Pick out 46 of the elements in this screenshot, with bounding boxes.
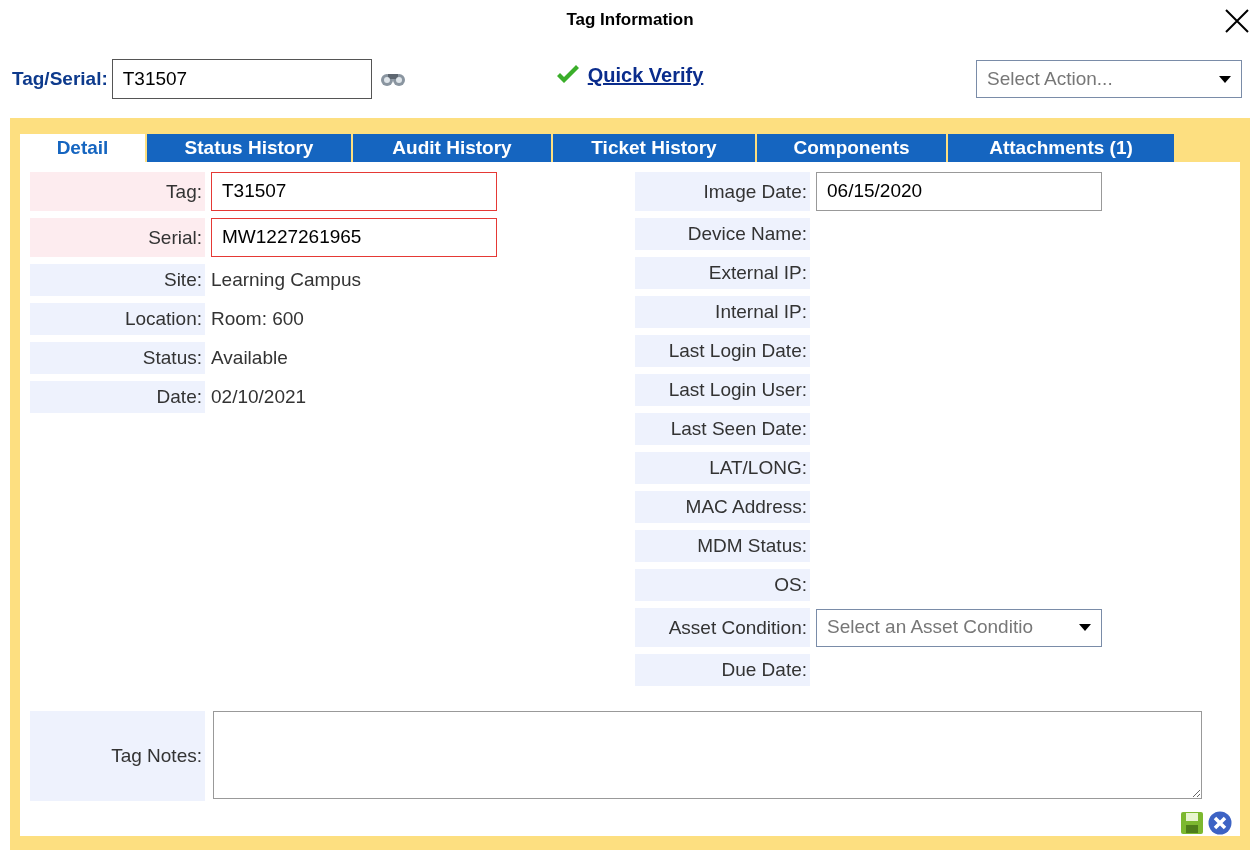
condition-select[interactable]: Select an Asset Conditio xyxy=(816,608,1102,647)
input-field[interactable]: MW1227261965 xyxy=(211,218,497,257)
input-field[interactable]: 06/15/2020 xyxy=(816,172,1102,211)
field-label: Image Date: xyxy=(635,172,810,211)
quick-verify-link[interactable]: Quick Verify xyxy=(587,60,704,90)
tab[interactable]: Ticket History xyxy=(553,134,755,162)
input-field[interactable]: T31507 xyxy=(211,172,497,211)
field-label: Due Date: xyxy=(635,654,810,686)
check-icon xyxy=(555,65,580,85)
tab[interactable]: Audit History xyxy=(353,134,551,162)
field-label: MDM Status: xyxy=(635,530,810,562)
field-label: OS: xyxy=(635,569,810,601)
field-label: LAT/LONG: xyxy=(635,452,810,484)
save-icon[interactable] xyxy=(1180,811,1204,835)
field-label: Tag: xyxy=(30,172,205,211)
tag-serial-label: Tag/Serial: xyxy=(12,66,108,91)
field-value: Learning Campus xyxy=(211,267,361,292)
cancel-icon[interactable] xyxy=(1208,811,1232,835)
field-label: Asset Condition: xyxy=(635,608,810,647)
notes-label: Tag Notes: xyxy=(30,711,205,801)
field-label: Last Seen Date: xyxy=(635,413,810,445)
field-label: Date: xyxy=(30,381,205,413)
binoculars-icon[interactable] xyxy=(379,71,406,87)
notes-field[interactable] xyxy=(213,711,1202,799)
field-label: Location: xyxy=(30,303,205,335)
caret-icon xyxy=(1079,624,1091,631)
action-select[interactable]: Select Action... xyxy=(976,60,1242,98)
field-label: Site: xyxy=(30,264,205,296)
tab[interactable]: Attachments (1) xyxy=(948,134,1174,162)
field-label: Internal IP: xyxy=(635,296,810,328)
window-title: Tag Information xyxy=(566,9,694,32)
field-value: 02/10/2021 xyxy=(211,384,307,409)
field-label: Last Login User: xyxy=(635,374,810,406)
tab[interactable]: Status History xyxy=(147,134,351,162)
tag-serial-field[interactable]: T31507 xyxy=(111,59,372,99)
tab[interactable]: Components xyxy=(757,134,946,162)
field-label: Status: xyxy=(30,342,205,374)
field-label: External IP: xyxy=(635,257,810,289)
field-label: Device Name: xyxy=(635,218,810,250)
field-label: MAC Address: xyxy=(635,491,810,523)
field-label: Serial: xyxy=(30,218,205,257)
caret-icon xyxy=(1219,75,1231,83)
tab[interactable]: Detail xyxy=(20,134,145,162)
field-value: Available xyxy=(211,345,288,370)
field-label: Last Login Date: xyxy=(635,335,810,367)
field-value: Room: 600 xyxy=(211,306,304,331)
